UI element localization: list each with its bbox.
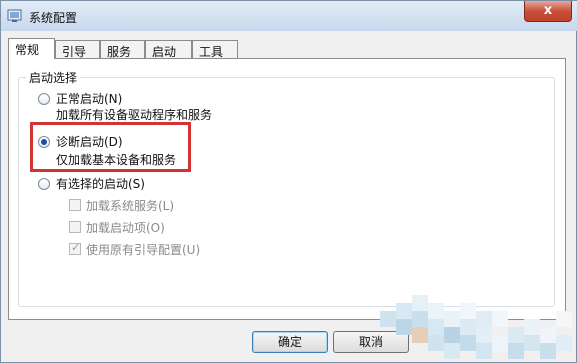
close-icon: x — [543, 3, 553, 18]
normal-startup-radio[interactable] — [38, 93, 50, 105]
load-startup-items-label: 加载启动项(O) — [86, 221, 165, 235]
load-startup-items-checkbox[interactable] — [69, 221, 81, 233]
pixelated-watermark — [372, 287, 577, 363]
tab-tools[interactable]: 工具 — [192, 40, 238, 59]
ok-button[interactable]: 确定 — [252, 331, 328, 353]
tab-boot[interactable]: 引导 — [55, 40, 100, 59]
startup-selection-label: 启动选择 — [26, 69, 81, 86]
load-system-services-checkbox[interactable] — [69, 199, 81, 211]
selective-startup-radio[interactable] — [38, 178, 50, 190]
tab-general[interactable]: 常规 — [8, 38, 55, 59]
title-bar[interactable]: 系统配置 x — [1, 1, 577, 31]
use-original-boot-config-label: 使用原有引导配置(U) — [86, 243, 201, 257]
window-title: 系统配置 — [29, 11, 78, 25]
normal-startup-desc: 加载所有设备驱动程序和服务 — [56, 108, 213, 122]
system-config-icon — [7, 9, 22, 22]
tab-services[interactable]: 服务 — [100, 40, 145, 59]
highlight-annotation-box — [30, 122, 191, 172]
tab-startup[interactable]: 启动 — [145, 40, 192, 59]
selective-startup-label[interactable]: 有选择的启动(S) — [56, 175, 145, 192]
use-original-boot-config-checkbox[interactable] — [69, 241, 81, 255]
load-system-services-label: 加载系统服务(L) — [86, 199, 175, 213]
close-button[interactable]: x — [524, 1, 572, 22]
normal-startup-label[interactable]: 正常启动(N) — [56, 90, 122, 107]
